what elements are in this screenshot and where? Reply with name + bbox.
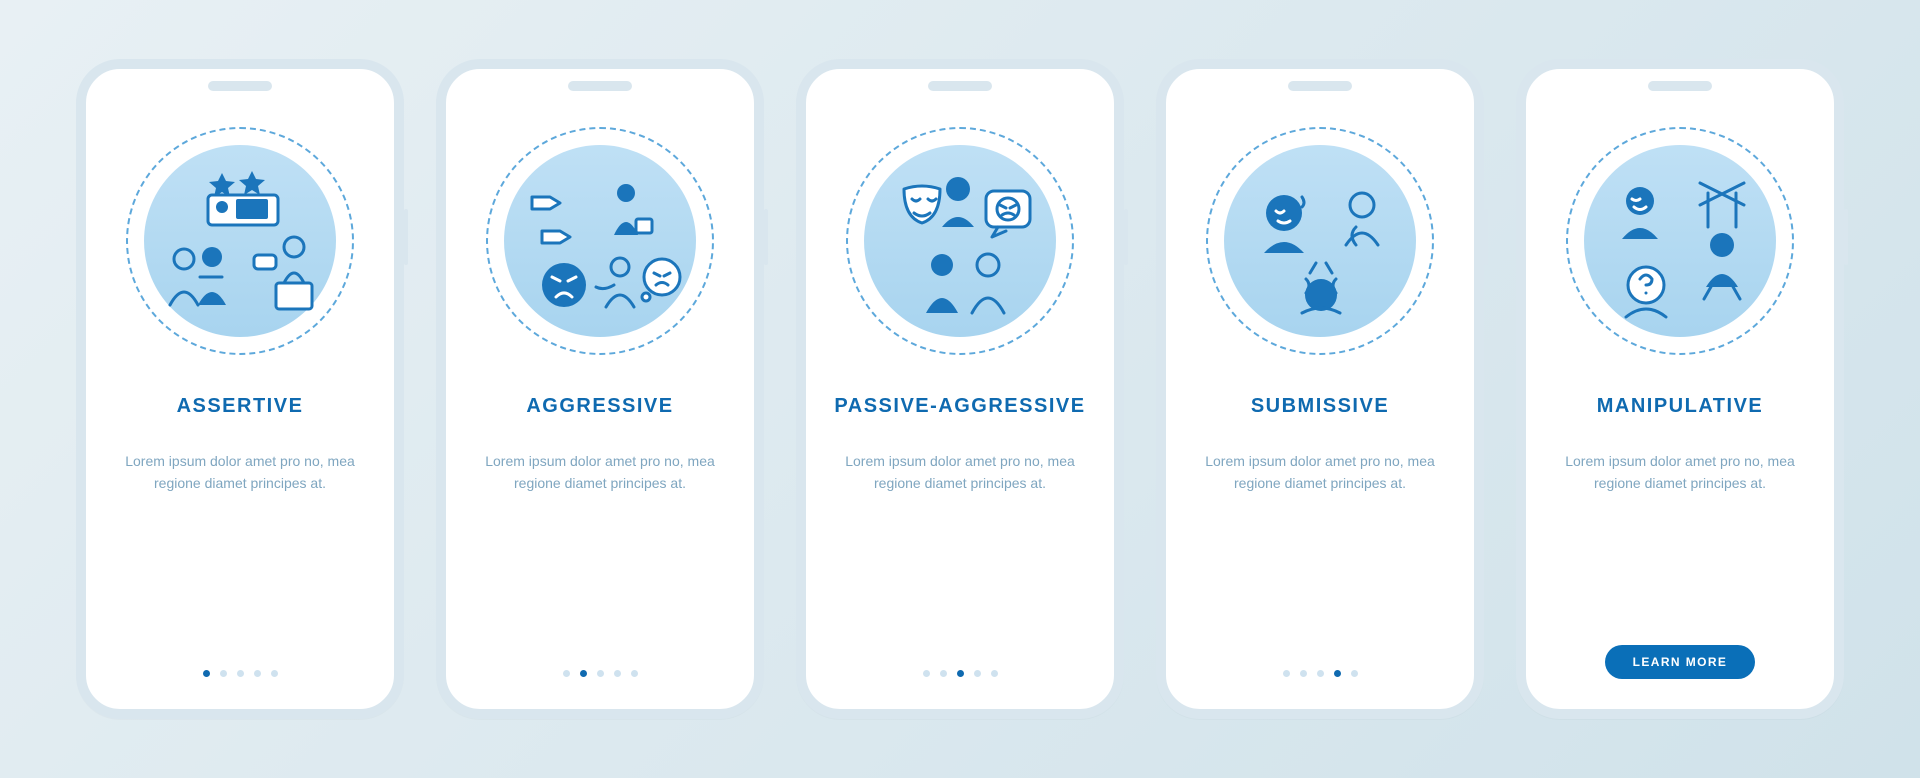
screen-body: Lorem ipsum dolor amet pro no, mea regio… — [475, 450, 725, 495]
screen-body: Lorem ipsum dolor amet pro no, mea regio… — [1555, 450, 1805, 495]
submissive-icon — [1206, 127, 1434, 355]
phone-aggressive: AGGRESSIVE Lorem ipsum dolor amet pro no… — [436, 59, 764, 719]
assertive-icon — [126, 127, 354, 355]
phone-row: ASSERTIVE Lorem ipsum dolor amet pro no,… — [76, 59, 1844, 719]
screen-title: PASSIVE-AGGRESSIVE — [834, 395, 1085, 418]
page-dots[interactable] — [203, 670, 278, 677]
page-dots[interactable] — [1283, 670, 1358, 677]
phone-submissive: SUBMISSIVE Lorem ipsum dolor amet pro no… — [1156, 59, 1484, 719]
screen-title: MANIPULATIVE — [1597, 395, 1764, 418]
screen-body: Lorem ipsum dolor amet pro no, mea regio… — [835, 450, 1085, 495]
phone-manipulative: MANIPULATIVE Lorem ipsum dolor amet pro … — [1516, 59, 1844, 719]
screen-title: AGGRESSIVE — [526, 395, 673, 418]
screen-body: Lorem ipsum dolor amet pro no, mea regio… — [1195, 450, 1445, 495]
passive-aggressive-icon — [846, 127, 1074, 355]
phone-assertive: ASSERTIVE Lorem ipsum dolor amet pro no,… — [76, 59, 404, 719]
aggressive-icon — [486, 127, 714, 355]
page-dots[interactable] — [563, 670, 638, 677]
phone-passive-aggressive: PASSIVE-AGGRESSIVE Lorem ipsum dolor ame… — [796, 59, 1124, 719]
manipulative-icon — [1566, 127, 1794, 355]
screen-title: SUBMISSIVE — [1251, 395, 1389, 418]
screen-body: Lorem ipsum dolor amet pro no, mea regio… — [115, 450, 365, 495]
learn-more-button[interactable]: LEARN MORE — [1605, 645, 1756, 679]
screen-title: ASSERTIVE — [177, 395, 304, 418]
page-dots[interactable] — [923, 670, 998, 677]
